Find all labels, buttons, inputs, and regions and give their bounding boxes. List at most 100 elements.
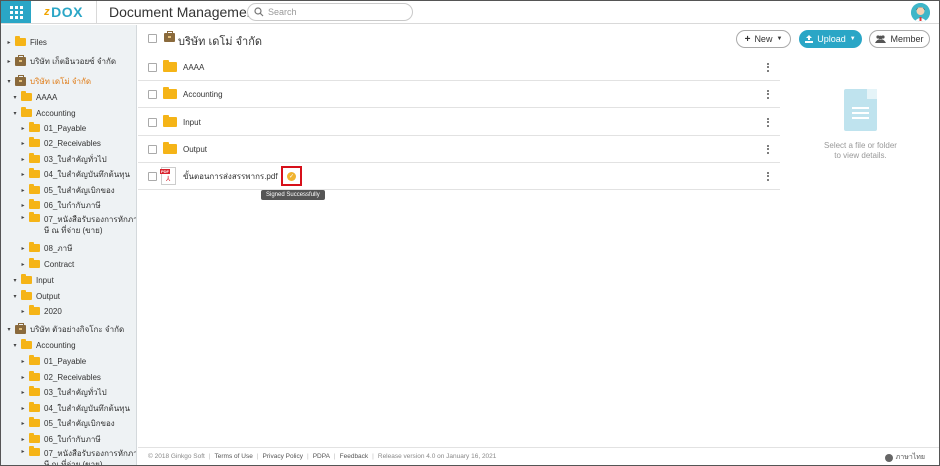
sidebar-tree-item[interactable]: ▸ 07_หนังสือรับรองการหักภา ษี ณ ที่จ่าย (ข… xyxy=(19,446,136,465)
caret-right-icon[interactable]: ▸ xyxy=(19,436,27,443)
sidebar-tree-item[interactable]: ▸ บริษัท เก็ตอินวอยซ์ จำกัด xyxy=(5,54,116,68)
folder-name[interactable]: Input xyxy=(183,118,201,127)
details-empty-line2: to view details. xyxy=(834,151,887,160)
pdf-badge: PDF xyxy=(160,169,170,174)
sidebar-tree-item[interactable]: ▸ 04_ใบสำคัญบันทึกต้นทุน xyxy=(19,167,130,181)
folder-icon xyxy=(29,402,40,412)
member-button[interactable]: Member xyxy=(869,30,930,48)
search-input[interactable] xyxy=(268,7,408,17)
folder-row[interactable]: AAAA xyxy=(138,54,780,81)
caret-right-icon[interactable]: ▸ xyxy=(19,358,27,365)
pdpa-link[interactable]: PDPA xyxy=(313,453,330,460)
sidebar-tree-item[interactable]: ▸ Contract xyxy=(19,257,74,271)
sidebar-tree-item[interactable]: ▸ Files xyxy=(5,35,47,49)
caret-right-icon[interactable]: ▸ xyxy=(19,140,27,147)
file-row[interactable]: PDF ⅄ ขั้นตอนการส่งสรรพากร.pdf ✓ ✓ xyxy=(138,163,780,190)
sidebar-tree-item[interactable]: ▸ 01_Payable xyxy=(19,354,86,368)
sidebar-tree-item[interactable]: ▸ 01_Payable xyxy=(19,121,86,135)
folder-icon xyxy=(163,60,177,72)
caret-down-icon[interactable]: ▾ xyxy=(5,326,13,333)
caret-right-icon[interactable]: ▸ xyxy=(5,39,13,46)
row-checkbox[interactable] xyxy=(148,144,157,154)
logo[interactable]: z DOX xyxy=(31,1,97,23)
caret-right-icon[interactable]: ▸ xyxy=(19,156,27,163)
sidebar-tree-item[interactable]: ▾ Accounting xyxy=(11,106,76,120)
select-all-checkbox[interactable] xyxy=(148,34,157,43)
caret-down-icon[interactable]: ▾ xyxy=(11,342,19,349)
new-button[interactable]: + New ▼ xyxy=(736,30,791,48)
language-switcher[interactable]: ภาษาไทย xyxy=(884,452,925,463)
caret-right-icon[interactable]: ▸ xyxy=(19,187,27,194)
folder-row[interactable]: Accounting xyxy=(138,81,780,108)
folder-name[interactable]: Output xyxy=(183,145,207,154)
sidebar-item-label: 2020 xyxy=(44,306,62,316)
sidebar-tree-item[interactable]: ▸ 2020 xyxy=(19,304,62,318)
row-checkbox[interactable] xyxy=(148,117,157,127)
caret-right-icon[interactable]: ▸ xyxy=(19,125,27,132)
caret-right-icon[interactable]: ▸ xyxy=(19,245,27,252)
folder-name[interactable]: AAAA xyxy=(183,63,204,72)
page-title: บริษัท เดโม่ จำกัด xyxy=(178,36,262,48)
briefcase-icon xyxy=(164,31,175,42)
sidebar-tree-item[interactable]: ▾ Input xyxy=(11,273,54,287)
caret-right-icon[interactable]: ▸ xyxy=(19,420,27,427)
file-name[interactable]: ขั้นตอนการส่งสรรพากร.pdf xyxy=(183,170,278,183)
more-options-icon[interactable] xyxy=(766,89,770,99)
more-options-icon[interactable] xyxy=(766,62,770,72)
caret-right-icon[interactable]: ▸ xyxy=(19,308,27,315)
row-checkbox[interactable] xyxy=(148,89,157,99)
sidebar-item-label: 01_Payable xyxy=(44,356,87,366)
sidebar-item-label: 07_หนังสือรับรองการหักภา ษี ณ ที่จ่าย (ขา… xyxy=(44,214,136,236)
sidebar-tree-item[interactable]: ▾ บริษัท เดโม่ จำกัด xyxy=(5,74,91,88)
signed-status-highlight[interactable]: ✓ xyxy=(281,166,302,186)
row-checkbox[interactable] xyxy=(148,62,157,72)
caret-down-icon[interactable]: ▾ xyxy=(11,94,19,101)
sidebar-tree-item[interactable]: ▸ 06_ใบกำกับภาษี xyxy=(19,198,101,212)
caret-down-icon[interactable]: ▾ xyxy=(5,78,13,85)
app-launcher-button[interactable] xyxy=(1,1,31,23)
caret-down-icon[interactable]: ▾ xyxy=(11,110,19,117)
sidebar-tree-item[interactable]: ▾ Output xyxy=(11,289,60,303)
folder-icon xyxy=(29,355,40,365)
sidebar-tree-item[interactable]: ▸ 05_ใบสำคัญเบิกของ xyxy=(19,183,115,197)
user-avatar[interactable] xyxy=(911,3,930,22)
sidebar-tree-item[interactable]: ▸ 02_Receivables xyxy=(19,370,101,384)
sidebar-tree-item[interactable]: ▸ 02_Receivables xyxy=(19,136,101,150)
sidebar-tree-item[interactable]: ▾ บริษัท ตัวอย่างกิจโกะ จำกัด xyxy=(5,322,124,336)
feedback-link[interactable]: Feedback xyxy=(340,453,369,460)
caret-right-icon[interactable]: ▸ xyxy=(19,374,27,381)
sidebar-tree-item[interactable]: ▸ 04_ใบสำคัญบันทึกต้นทุน xyxy=(19,401,130,415)
sidebar-item-label: 03_ใบสำคัญทั่วไป xyxy=(44,387,107,397)
terms-link[interactable]: Terms of Use xyxy=(215,453,253,460)
footer: © 2018 Ginkgo Soft | Terms of Use | Priv… xyxy=(138,447,939,465)
more-options-icon[interactable] xyxy=(766,144,770,154)
sidebar-tree-item[interactable]: ▾ Accounting xyxy=(11,338,76,352)
sidebar-tree-item[interactable]: ▸ 05_ใบสำคัญเบิกของ xyxy=(19,416,115,430)
sidebar-tree-item[interactable]: ▸ 07_หนังสือรับรองการหักภา ษี ณ ที่จ่าย (ข… xyxy=(19,212,136,238)
caret-right-icon[interactable]: ▸ xyxy=(5,58,13,65)
caret-right-icon[interactable]: ▸ xyxy=(19,202,27,209)
folder-row[interactable]: Output xyxy=(138,136,780,163)
sidebar-tree-item[interactable]: ▸ 03_ใบสำคัญทั่วไป xyxy=(19,152,107,166)
privacy-link[interactable]: Privacy Policy xyxy=(263,453,303,460)
upload-button[interactable]: Upload ▼ xyxy=(799,30,862,48)
row-checkbox[interactable] xyxy=(148,171,157,181)
caret-right-icon[interactable]: ▸ xyxy=(19,389,27,396)
sidebar-tree-item[interactable]: ▸ 06_ใบกำกับภาษี xyxy=(19,432,101,446)
caret-right-icon[interactable]: ▸ xyxy=(19,171,27,178)
more-options-icon[interactable] xyxy=(766,171,770,181)
sidebar-tree-item[interactable]: ▸ 08_ภาษี xyxy=(19,241,72,255)
sidebar-tree-item[interactable]: ▸ 03_ใบสำคัญทั่วไป xyxy=(19,385,107,399)
caret-down-icon[interactable]: ▾ xyxy=(11,277,19,284)
sidebar-tree-item[interactable]: ▾ AAAA xyxy=(11,90,57,104)
more-options-icon[interactable] xyxy=(766,117,770,127)
search-box[interactable] xyxy=(247,3,413,21)
user-avatar-icon xyxy=(911,3,930,22)
folder-name[interactable]: Accounting xyxy=(183,90,223,99)
folder-row[interactable]: Input xyxy=(138,109,780,136)
caret-right-icon[interactable]: ▸ xyxy=(19,448,27,455)
caret-down-icon[interactable]: ▾ xyxy=(11,293,19,300)
caret-right-icon[interactable]: ▸ xyxy=(19,214,27,221)
caret-right-icon[interactable]: ▸ xyxy=(19,405,27,412)
caret-right-icon[interactable]: ▸ xyxy=(19,261,27,268)
